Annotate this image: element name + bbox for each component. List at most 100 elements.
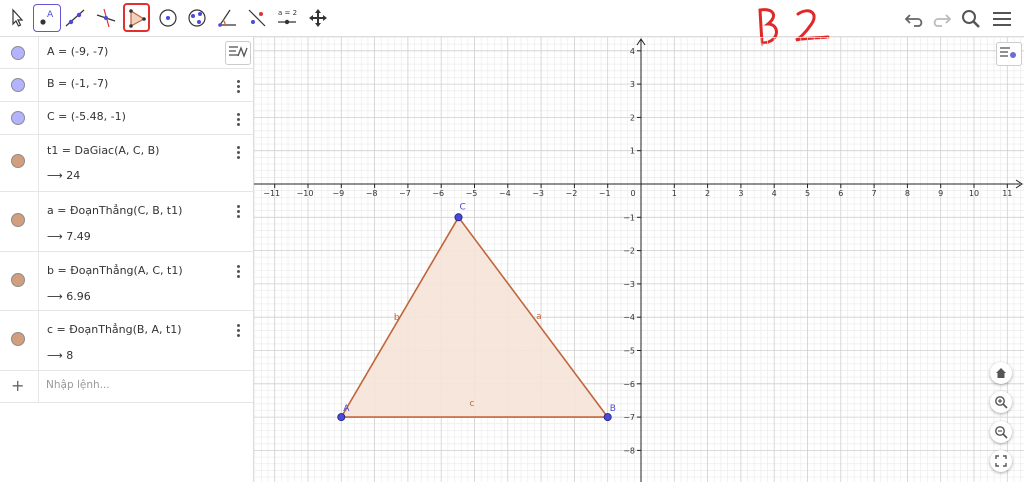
move-tool[interactable]: [4, 5, 30, 31]
y-tick-label: −1: [623, 213, 635, 222]
algebra-row-B[interactable]: B = (-1, -7): [0, 68, 253, 102]
more-options-icon[interactable]: [233, 203, 243, 220]
visibility-toggle[interactable]: [11, 46, 25, 60]
algebra-definition[interactable]: B = (-1, -7): [47, 77, 108, 90]
algebra-row-c[interactable]: c = ĐoạnThẳng(B, A, t1) ⟶ 8: [0, 310, 253, 371]
algebra-row-A[interactable]: A = (-9, -7): [0, 37, 253, 69]
redo-button[interactable]: [929, 7, 953, 31]
undo-icon: [904, 14, 923, 27]
x-tick-label: 2: [705, 189, 710, 198]
move-view-icon: [309, 9, 327, 27]
visibility-toggle[interactable]: [11, 273, 25, 287]
y-tick-label: 1: [630, 147, 635, 156]
reflect-line-icon: [248, 9, 266, 27]
redo-icon: [933, 14, 952, 27]
point-C[interactable]: [454, 213, 463, 222]
y-tick-label: −8: [623, 446, 635, 455]
svg-text:B 2: B 2: [750, 2, 752, 3]
main-menu-button[interactable]: [990, 7, 1014, 31]
algebra-definition[interactable]: C = (-5.48, -1): [47, 110, 126, 123]
algebra-input-row[interactable]: + Nhập lệnh...: [0, 370, 253, 403]
y-tick-label: 4: [630, 47, 635, 56]
y-tick-label: 3: [630, 80, 635, 89]
slider-icon: a = 2: [278, 9, 297, 25]
algebra-definition[interactable]: t1 = DaGiac(A, C, B): [47, 144, 159, 157]
more-options-icon[interactable]: [233, 144, 243, 161]
x-tick-label: −6: [432, 189, 444, 198]
zoom-out-icon: [995, 426, 1008, 439]
x-tick-label: 8: [905, 189, 910, 198]
visibility-toggle[interactable]: [11, 154, 25, 168]
algebra-row-b[interactable]: b = ĐoạnThẳng(A, C, t1) ⟶ 6.96: [0, 251, 253, 311]
row-divider: [38, 134, 39, 191]
line-tool[interactable]: [62, 5, 88, 31]
zoom-out-button[interactable]: [990, 421, 1012, 443]
algebra-row-t1[interactable]: t1 = DaGiac(A, C, B) ⟶ 24: [0, 134, 253, 192]
algebra-definition[interactable]: A = (-9, -7): [47, 45, 108, 58]
x-tick-label: −9: [332, 189, 344, 198]
more-options-icon[interactable]: [233, 111, 243, 128]
algebra-input[interactable]: Nhập lệnh...: [46, 379, 110, 391]
algebra-view: A = (-9, -7) B = (-1, -7) C = (-5.48, -1…: [0, 37, 254, 482]
algebra-value: ⟶ 7.49: [47, 230, 91, 243]
x-tick-label: 9: [938, 189, 943, 198]
line-icon: [65, 9, 85, 27]
graphics-canvas[interactable]: −11 −10 −9 −8 −7 −6 −5 −4 −3 −2 −1 0 1 2 3 4 5 6 7 8 9 10 1143…: [254, 37, 1024, 482]
algebra-definition[interactable]: a = ĐoạnThẳng(C, B, t1): [47, 204, 182, 217]
circle-tool[interactable]: [155, 5, 181, 31]
x-tick-label: 3: [738, 189, 743, 198]
point-label-A: A: [343, 404, 350, 414]
visibility-toggle[interactable]: [11, 78, 25, 92]
graphics-style-icon: [1000, 47, 1016, 58]
perpendicular-line-icon: [96, 8, 116, 28]
move-graphics-tool[interactable]: [305, 5, 331, 31]
visibility-toggle[interactable]: [11, 213, 25, 227]
more-options-icon[interactable]: [233, 78, 243, 95]
red-highlight-box: [123, 3, 150, 32]
visibility-toggle[interactable]: [11, 111, 25, 125]
y-tick-label: −2: [623, 247, 635, 256]
x-tick-label: 1: [672, 189, 677, 198]
more-options-icon[interactable]: [233, 263, 243, 280]
angle-icon: [218, 9, 236, 27]
visibility-toggle[interactable]: [11, 332, 25, 346]
plus-icon[interactable]: +: [11, 376, 24, 395]
point-icon: A: [40, 10, 54, 25]
circle-center-icon: [159, 9, 177, 27]
point-A[interactable]: [337, 413, 346, 422]
x-tick-label: −7: [399, 189, 411, 198]
algebra-definition[interactable]: b = ĐoạnThẳng(A, C, t1): [47, 264, 183, 277]
reflect-tool[interactable]: [244, 5, 270, 31]
algebra-description-icon: [229, 46, 248, 58]
graphics-view[interactable]: −11 −10 −9 −8 −7 −6 −5 −4 −3 −2 −1 0 1 2 3 4 5 6 7 8 9 10 11 4 3…: [254, 37, 1024, 482]
slider-tool[interactable]: a = 2: [274, 5, 300, 31]
perpendicular-tool[interactable]: [93, 5, 119, 31]
graphics-style-button[interactable]: [996, 42, 1022, 66]
search-icon: [962, 10, 980, 28]
point-B[interactable]: [603, 413, 612, 422]
more-options-icon[interactable]: [233, 322, 243, 339]
algebra-row-C[interactable]: C = (-5.48, -1): [0, 101, 253, 135]
circle-three-points-tool[interactable]: [184, 5, 210, 31]
algebra-definition[interactable]: c = ĐoạnThẳng(B, A, t1): [47, 323, 182, 336]
row-divider: [38, 251, 39, 310]
y-tick-label: −6: [623, 380, 635, 389]
x-tick-label: −10: [297, 189, 314, 198]
circle-three-points-icon: [188, 9, 206, 27]
search-button[interactable]: [959, 7, 983, 31]
point-label-C: C: [460, 202, 466, 212]
svg-text:A: A: [47, 10, 54, 20]
home-button[interactable]: [990, 362, 1012, 384]
algebra-row-a[interactable]: a = ĐoạnThẳng(C, B, t1) ⟶ 7.49: [0, 191, 253, 252]
angle-tool[interactable]: [214, 5, 240, 31]
point-tool[interactable]: A: [33, 4, 61, 32]
row-divider: [38, 191, 39, 251]
undo-button[interactable]: [903, 7, 927, 31]
x-tick-label: 7: [872, 189, 877, 198]
segment-label-b: b: [394, 313, 400, 323]
x-tick-label: −4: [499, 189, 511, 198]
fullscreen-button[interactable]: [990, 450, 1012, 472]
zoom-in-button[interactable]: [990, 391, 1012, 413]
algebra-style-button[interactable]: [225, 41, 251, 65]
x-tick-label: −3: [532, 189, 544, 198]
